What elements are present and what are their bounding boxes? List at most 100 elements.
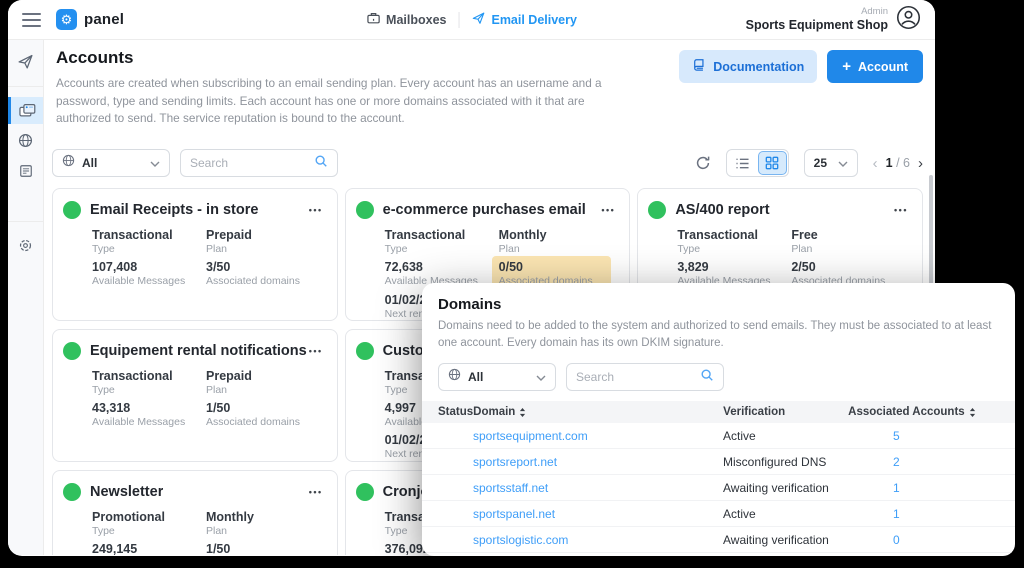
account-name: Newsletter [90, 484, 163, 500]
domain-link[interactable]: sportsstaff.net [473, 481, 548, 495]
verification-status: Active [723, 507, 848, 521]
nav-mailboxes-label: Mailboxes [386, 13, 446, 27]
account-card[interactable]: Email Receipts - in store ••• Transactio… [52, 188, 338, 321]
domain-row: sportspanel.net Active 1 [422, 501, 1015, 527]
associated-accounts-link[interactable]: 1 [893, 507, 900, 521]
more-menu-icon[interactable]: ••• [307, 203, 325, 217]
domains-toolbar: All [438, 363, 999, 391]
logo-gear-icon: ⚙ [56, 9, 77, 30]
domain-link[interactable]: sportsreport.net [473, 455, 557, 469]
sort-accounts-icon[interactable] [969, 407, 976, 418]
domain-row: sportslogistic.com Awaiting verification… [422, 527, 1015, 553]
sidebar-item-logs[interactable] [8, 157, 43, 184]
account-card[interactable]: Equipement rental notifications ••• Tran… [52, 329, 338, 462]
column-associated-accounts: Associated Accounts [848, 406, 965, 418]
add-account-button[interactable]: + Account [827, 50, 923, 83]
globe-icon [448, 368, 461, 386]
accounts-toolbar: All 25 [52, 149, 923, 177]
sidebar-item-accounts[interactable] [8, 97, 43, 124]
more-menu-icon[interactable]: ••• [892, 203, 910, 217]
status-dot [356, 201, 374, 219]
account-filter-select[interactable]: All [52, 149, 170, 177]
chevron-down-icon [150, 154, 160, 172]
status-dot [648, 201, 666, 219]
sidebar-item-send[interactable] [8, 48, 43, 75]
nav-divider [458, 12, 459, 28]
send-icon [471, 11, 485, 28]
page-description: Accounts are created when subscribing to… [56, 75, 618, 128]
search-icon[interactable] [314, 154, 328, 173]
verification-status: Awaiting verification [723, 533, 848, 547]
associated-accounts-link[interactable]: 2 [893, 455, 900, 469]
user-role: Admin [746, 6, 888, 17]
search-icon[interactable] [700, 368, 714, 387]
avatar-icon[interactable] [896, 5, 921, 35]
page-title: Accounts [56, 48, 618, 68]
associated-accounts-link[interactable]: 1 [893, 481, 900, 495]
associated-accounts-link[interactable]: 0 [893, 533, 900, 547]
hamburger-menu-icon[interactable] [22, 13, 41, 27]
chevron-down-icon [838, 154, 848, 172]
next-page-icon[interactable]: › [918, 156, 923, 171]
globe-icon [62, 154, 75, 172]
sidebar [8, 40, 44, 555]
pagination: ‹ 1 / 6 › [873, 156, 923, 171]
total-pages: 6 [903, 156, 910, 170]
sidebar-divider [8, 86, 43, 87]
domains-description: Domains need to be added to the system a… [438, 318, 994, 351]
account-name: AS/400 report [675, 202, 769, 218]
nav-email-delivery[interactable]: Email Delivery [471, 11, 576, 28]
column-verification: Verification [723, 406, 848, 418]
domain-link[interactable]: sportspanel.net [473, 507, 555, 521]
plus-icon: + [842, 62, 851, 72]
status-dot [356, 342, 374, 360]
account-name: Equipement rental notifications [90, 343, 307, 359]
domain-filter-select[interactable]: All [438, 363, 556, 391]
account-name: Email Receipts - in store [90, 202, 258, 218]
domain-row: sportsstaff.net Awaiting verification 1 [422, 475, 1015, 501]
domain-row: sportsequipment.com Active 5 [422, 423, 1015, 449]
sort-domain-icon[interactable] [519, 407, 526, 418]
account-name: e-commerce purchases email [383, 202, 586, 218]
current-page: 1 [886, 156, 893, 170]
scrollbar[interactable] [929, 175, 933, 285]
account-search-input[interactable] [190, 156, 314, 170]
sidebar-item-domains[interactable] [8, 127, 43, 154]
refresh-icon[interactable] [695, 155, 711, 171]
status-dot [63, 483, 81, 501]
status-dot [63, 201, 81, 219]
topbar: ⚙ panel Mailboxes Email Delivery Admin S… [8, 0, 935, 40]
app-logo[interactable]: ⚙ panel [56, 9, 124, 30]
chevron-down-icon [536, 368, 546, 386]
user-menu[interactable]: Admin Sports Equipment Shop [746, 5, 921, 35]
more-menu-icon[interactable]: ••• [599, 203, 617, 217]
sidebar-item-settings[interactable] [8, 232, 43, 259]
nav-mailboxes[interactable]: Mailboxes [366, 11, 446, 28]
view-toggle [726, 149, 789, 177]
page-size-select[interactable]: 25 [804, 149, 858, 177]
sidebar-divider [8, 221, 43, 222]
prev-page-icon[interactable]: ‹ [873, 156, 878, 171]
documentation-button[interactable]: Documentation [679, 50, 817, 83]
top-nav: Mailboxes Email Delivery [366, 11, 577, 28]
account-search [180, 149, 338, 177]
list-view-button[interactable] [728, 151, 757, 175]
status-dot [356, 483, 374, 501]
associated-accounts-link[interactable]: 5 [893, 429, 900, 443]
verification-status: Active [723, 429, 848, 443]
more-menu-icon[interactable]: ••• [307, 485, 325, 499]
logo-text: panel [84, 11, 124, 28]
domain-search-input[interactable] [576, 370, 700, 384]
account-card[interactable]: Newsletter ••• PromotionalType MonthlyPl… [52, 470, 338, 555]
domain-link[interactable]: sportsequipment.com [473, 429, 588, 443]
status-dot [63, 342, 81, 360]
domains-panel: Domains Domains need to be added to the … [422, 283, 1015, 556]
column-domain: Domain [473, 406, 515, 418]
book-icon [692, 58, 706, 75]
grid-view-button[interactable] [758, 151, 787, 175]
domains-table-header: Status Domain Verification Associated Ac… [422, 401, 1015, 423]
more-menu-icon[interactable]: ••• [307, 344, 325, 358]
verification-status: Awaiting verification [723, 481, 848, 495]
domain-link[interactable]: sportslogistic.com [473, 533, 568, 547]
domain-search [566, 363, 724, 391]
